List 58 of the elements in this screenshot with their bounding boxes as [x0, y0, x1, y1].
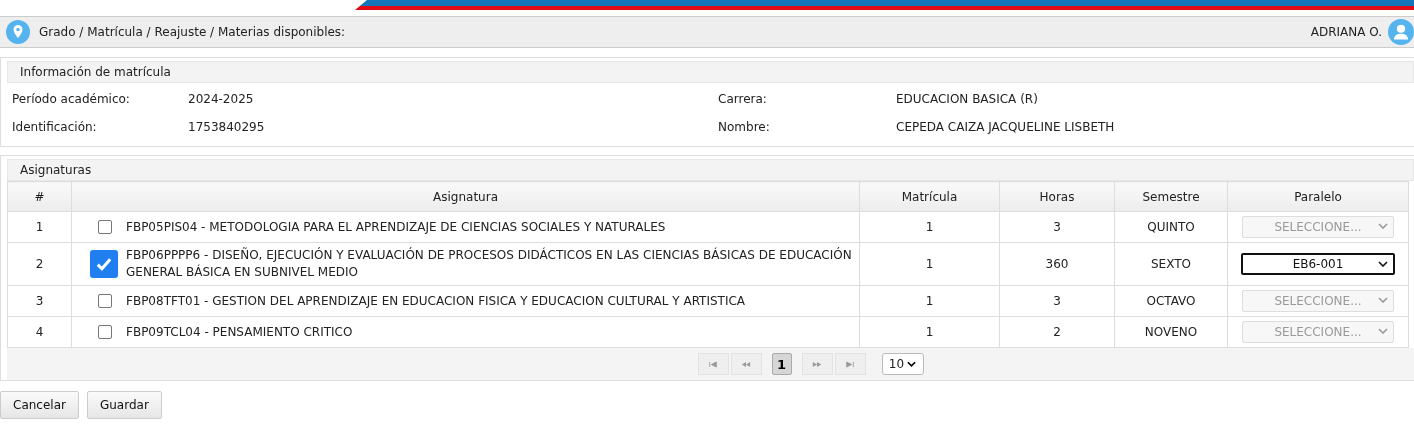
column-header: Paralelo [1227, 181, 1409, 212]
checkbox[interactable] [98, 294, 112, 308]
location-pin-icon [6, 20, 30, 44]
table-cell: 1 [859, 211, 1000, 243]
table-cell: 3 [999, 285, 1115, 317]
breadcrumb: Grado / Matrícula / Reajuste / Materias disponibles: [39, 25, 347, 39]
column-header: # [7, 181, 72, 212]
field-label: Período académico: [12, 92, 131, 106]
chevron-down-icon [1378, 223, 1388, 229]
table-cell: QUINTO [1114, 211, 1228, 243]
page-button[interactable]: 1 [771, 353, 792, 375]
column-header: Semestre [1114, 181, 1228, 212]
action-button[interactable]: Cancelar [0, 391, 79, 419]
next-page-icon[interactable] [801, 353, 833, 375]
table-cell: 1 [7, 211, 72, 243]
table-cell: 3 [7, 285, 72, 317]
field-value: EDUCACION BASICA (R) [896, 92, 1039, 106]
field-value: CEPEDA CAIZA JACQUELINE LISBETH [896, 120, 1116, 134]
table-cell: 3 [999, 211, 1115, 243]
subject-name: FBP06PPPP6 - DISEÑO, EJECUCIÓN Y EVALUACIÓN DE PROCESOS DIDÁCTICOS EN LAS CIENCIAS BÁSICAS DE EDUCACIÓN GENERAL BÁSICA EN SUBNIVEL MEDIO [126, 247, 853, 281]
column-header: Matrícula [859, 181, 1000, 212]
column-header: Horas [999, 181, 1115, 212]
table-cell: 2 [7, 242, 72, 286]
column-header: Asignatura [71, 181, 860, 212]
table-cell: NOVENO [1114, 316, 1228, 348]
field-label: Carrera: [718, 92, 768, 106]
user-name: ADRIANA O. [1310, 25, 1382, 39]
action-button[interactable]: Guardar [86, 391, 162, 419]
table-cell: 1 [859, 285, 1000, 317]
table-cell: OCTAVO [1114, 285, 1228, 317]
table-cell: 1 [859, 242, 1000, 286]
field-value: 2024-2025 [188, 92, 255, 106]
chevron-down-icon [1378, 328, 1388, 334]
panel-title: Asignaturas [7, 159, 1414, 181]
checkbox[interactable] [98, 220, 112, 234]
chevron-down-icon [1378, 261, 1388, 267]
field-value: 1753840295 [188, 120, 266, 134]
chevron-down-icon [1378, 297, 1388, 303]
field-label: Identificación: [12, 120, 98, 134]
subject-name: FBP09TCL04 - PENSAMIENTO CRITICO [126, 323, 353, 341]
user-avatar-icon[interactable] [1388, 19, 1414, 45]
table-cell: 4 [7, 316, 72, 348]
subject-name: FBP08TFT01 - GESTION DEL APRENDIZAJE EN EDUCACION FISICA Y EDUCACION CULTURAL Y ARTISTICA [126, 292, 746, 310]
table-cell: 2 [999, 316, 1115, 348]
table-cell: 360 [999, 242, 1115, 286]
chevron-down-icon [907, 361, 917, 367]
first-page-icon[interactable] [697, 353, 729, 375]
last-page-icon[interactable] [834, 353, 866, 375]
panel-title: Información de matrícula [7, 61, 1414, 83]
field-label: Nombre: [718, 120, 771, 134]
subject-name: FBP05PIS04 - METODOLOGIA PARA EL APRENDIZAJE DE CIENCIAS SOCIALES Y NATURALES [126, 218, 666, 236]
table-cell: 1 [859, 316, 1000, 348]
checkbox[interactable] [98, 325, 112, 339]
checkbox[interactable] [90, 250, 118, 278]
page-size-dropdown[interactable]: 10 [881, 353, 924, 375]
prev-page-icon[interactable] [730, 353, 762, 375]
table-cell: SEXTO [1114, 242, 1228, 286]
parallel-dropdown[interactable]: EB6-001 [1241, 253, 1395, 275]
